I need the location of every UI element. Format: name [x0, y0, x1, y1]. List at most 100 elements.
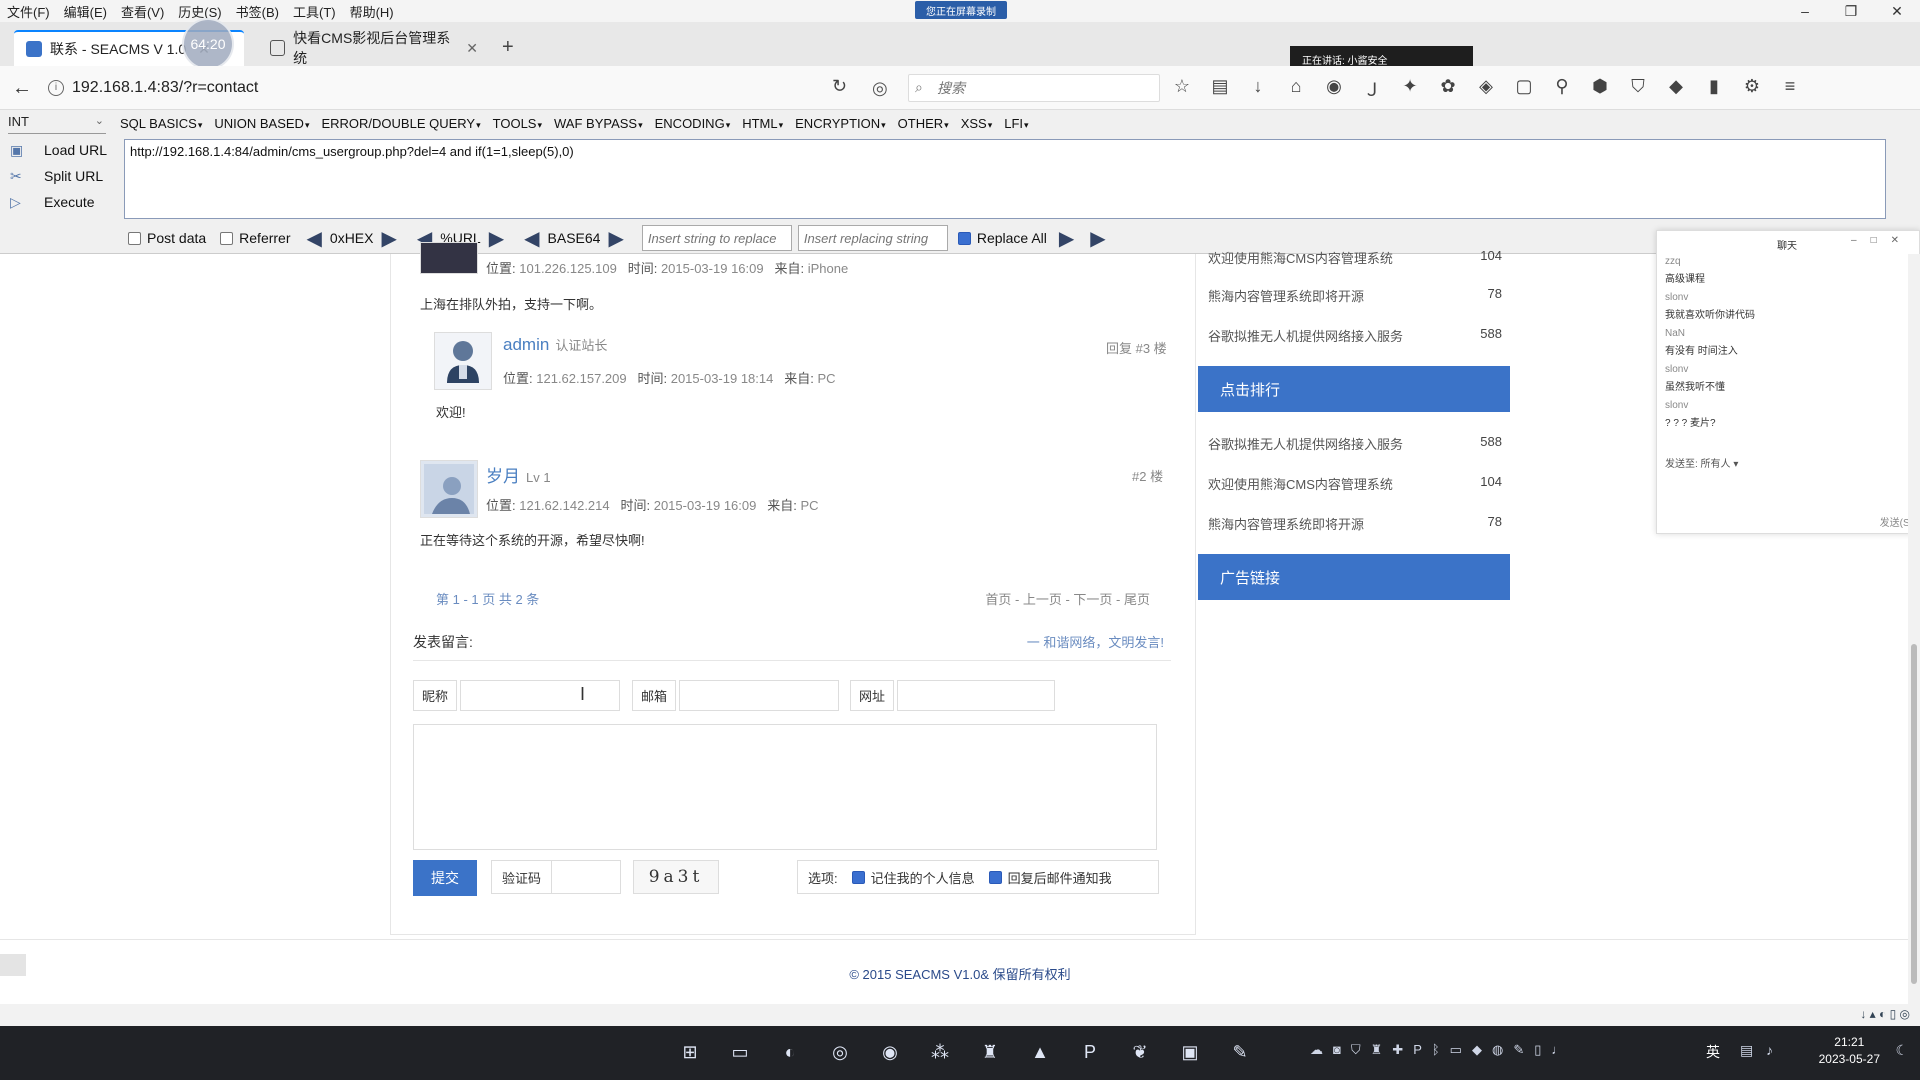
tab-kkcms[interactable]: 快看CMS影视后台管理系统 ✕ [258, 30, 490, 66]
base64-decode-icon[interactable]: ◀ [524, 226, 539, 251]
side-list-item[interactable]: 熊海内容管理系统即将开源 78 [1208, 286, 1502, 305]
layers-icon[interactable]: ◆ [1664, 76, 1688, 102]
reply-floor[interactable]: 回复 #3 楼 [1106, 338, 1167, 357]
menu-tools[interactable]: 工具(T) [286, 2, 343, 21]
load-url-button[interactable]: ▣ Load URL [10, 142, 107, 158]
chrome-icon[interactable]: ◎ [822, 1034, 858, 1070]
adblock-icon[interactable]: ⬢ [1588, 76, 1612, 102]
captcha-image[interactable]: 9a3t [633, 860, 719, 894]
menu-history[interactable]: 历史(S) [171, 2, 228, 21]
website-input[interactable] [897, 680, 1055, 711]
replace-go-icon[interactable]: ▶ [1059, 226, 1074, 251]
pen-icon[interactable]: ✎ [1513, 1042, 1524, 1058]
email-input[interactable] [679, 680, 839, 711]
menu-lfi[interactable]: LFI [1004, 116, 1028, 131]
p-tray-icon[interactable]: P [1413, 1042, 1422, 1058]
settings-icon[interactable]: ⚙ [1740, 76, 1764, 102]
chat-window-controls[interactable]: –□✕ [1851, 235, 1913, 246]
screenshot-icon[interactable]: ▢ [1512, 76, 1536, 102]
reload-icon[interactable]: ↻ [832, 76, 847, 97]
notify-checkbox[interactable] [988, 870, 1002, 884]
side-list-item[interactable]: 谷歌拟推无人机提供网络接入服务 588 [1208, 434, 1502, 453]
download-icon[interactable]: ↓ [1246, 76, 1270, 102]
hex-encode-icon[interactable]: ▶ [381, 226, 396, 251]
tshirt-app-icon[interactable]: ♜ [972, 1034, 1008, 1070]
proxy-icon[interactable]: ◈ [1474, 76, 1498, 102]
pycharm-icon[interactable]: ▣ [1172, 1034, 1208, 1070]
hackbar-icon[interactable]: ▮ [1702, 76, 1726, 102]
chat-send-to[interactable]: 发送至: 所有人 ▾ [1665, 455, 1738, 470]
restore-icon[interactable]: ❐ [1828, 0, 1874, 22]
globe-tray-icon[interactable]: ◍ [1492, 1042, 1503, 1058]
referrer-checkbox[interactable] [220, 231, 234, 245]
minimize-icon[interactable]: – [1782, 0, 1828, 22]
menu-sql-basics[interactable]: SQL BASICS [120, 116, 202, 131]
replace-all-checkbox[interactable] [957, 231, 971, 245]
scrollbar-thumb[interactable] [1911, 644, 1917, 984]
gamepad-icon[interactable]: ✚ [1392, 1042, 1403, 1058]
new-tab-icon[interactable]: + [502, 36, 514, 59]
side-list-item[interactable]: 谷歌拟推无人机提供网络接入服务 588 [1208, 326, 1502, 345]
page-scrollbar[interactable] [1908, 254, 1920, 1010]
find-string-input[interactable] [641, 225, 792, 251]
comment-user[interactable]: 岁月 Lv 1 [486, 462, 551, 487]
search-box[interactable]: ⌕ [908, 74, 1160, 102]
menu-xss[interactable]: XSS [961, 116, 993, 131]
post-data-checkbox[interactable] [128, 231, 141, 245]
remember-checkbox[interactable] [851, 870, 865, 884]
menu-help[interactable]: 帮助(H) [343, 2, 401, 21]
split-url-button[interactable]: ✂ Split URL [10, 168, 103, 184]
firefox-icon[interactable]: ◉ [872, 1034, 908, 1070]
photos-icon[interactable]: ▲ [1022, 1034, 1058, 1070]
menu-error-query[interactable]: ERROR/DOUBLE QUERY [321, 116, 480, 131]
hex-decode-icon[interactable]: ◀ [307, 226, 322, 251]
menu-file[interactable]: 文件(F) [0, 2, 57, 21]
close-icon[interactable]: ✕ [1874, 0, 1920, 22]
side-list-item[interactable]: 欢迎使用熊海CMS内容管理系统 104 [1208, 474, 1502, 493]
addon-icon[interactable]: ✦ [1398, 76, 1422, 102]
paw-app-icon[interactable]: ❦ [1122, 1034, 1158, 1070]
injection-type-select[interactable]: INT ⌄ [8, 114, 106, 134]
base64-encode-icon[interactable]: ▶ [608, 226, 623, 251]
menu-html[interactable]: HTML [742, 116, 783, 131]
comment-user[interactable]: admin 认证站长 [503, 335, 607, 355]
menu-union-based[interactable]: UNION BASED [214, 116, 309, 131]
display-icon[interactable]: ▭ [1450, 1042, 1462, 1058]
input-language[interactable]: 英 [1706, 1042, 1720, 1062]
menu-waf-bypass[interactable]: WAF BYPASS [554, 116, 643, 131]
bluetooth-icon[interactable]: ᛒ [1432, 1042, 1440, 1058]
volume-icon[interactable]: ♪ [1766, 1042, 1773, 1058]
nickname-input[interactable] [460, 680, 620, 711]
vpn-icon[interactable]: ◆ [1472, 1042, 1482, 1058]
p-app-icon[interactable]: P [1072, 1034, 1108, 1070]
js-icon[interactable]: Ｊ [1360, 76, 1384, 102]
clock[interactable]: 21:21 2023-05-27 [1819, 1034, 1880, 1068]
globe-icon[interactable]: ◎ [872, 78, 888, 99]
file-explorer-icon[interactable]: ▭ [722, 1034, 758, 1070]
address-bar[interactable] [72, 74, 772, 102]
shield-icon[interactable]: ⛉ [1626, 76, 1650, 102]
menu-encoding[interactable]: ENCODING [655, 116, 731, 131]
sidebar-toggle-icon[interactable] [0, 954, 26, 976]
url-encode-icon[interactable]: ▶ [489, 226, 504, 251]
submit-button[interactable]: 提交 [413, 860, 477, 896]
replace-next-icon[interactable]: ▶ [1090, 226, 1105, 251]
recording-badge[interactable]: 您正在屏幕录制 [915, 1, 1007, 19]
tray-app-icon[interactable]: ♜ [1371, 1042, 1383, 1058]
reply-floor[interactable]: #2 楼 [1132, 466, 1163, 485]
captcha-input[interactable] [551, 860, 621, 894]
back-arrow-icon[interactable]: ← [12, 77, 32, 100]
side-list-item[interactable]: 熊海内容管理系统即将开源 78 [1208, 514, 1502, 533]
notification-icon[interactable]: ☾ [1895, 1042, 1908, 1059]
menu-edit[interactable]: 编辑(E) [57, 2, 114, 21]
side-list-item[interactable]: 欢迎使用熊海CMS内容管理系统 104 [1208, 248, 1502, 267]
pager-links[interactable]: 首页 - 上一页 - 下一页 - 尾页 [985, 589, 1150, 608]
editor-icon[interactable]: ✎ [1222, 1034, 1258, 1070]
mic-icon[interactable]: ♩ [1551, 1042, 1564, 1058]
menu-view[interactable]: 查看(V) [114, 2, 171, 21]
replace-string-input[interactable] [797, 225, 948, 251]
phone-icon[interactable]: ▯ [1534, 1042, 1541, 1058]
menu-icon[interactable]: ≡ [1778, 76, 1802, 102]
cloud-icon[interactable]: ☁ [1310, 1042, 1323, 1058]
extension-icon[interactable]: ◉ [1322, 76, 1346, 102]
